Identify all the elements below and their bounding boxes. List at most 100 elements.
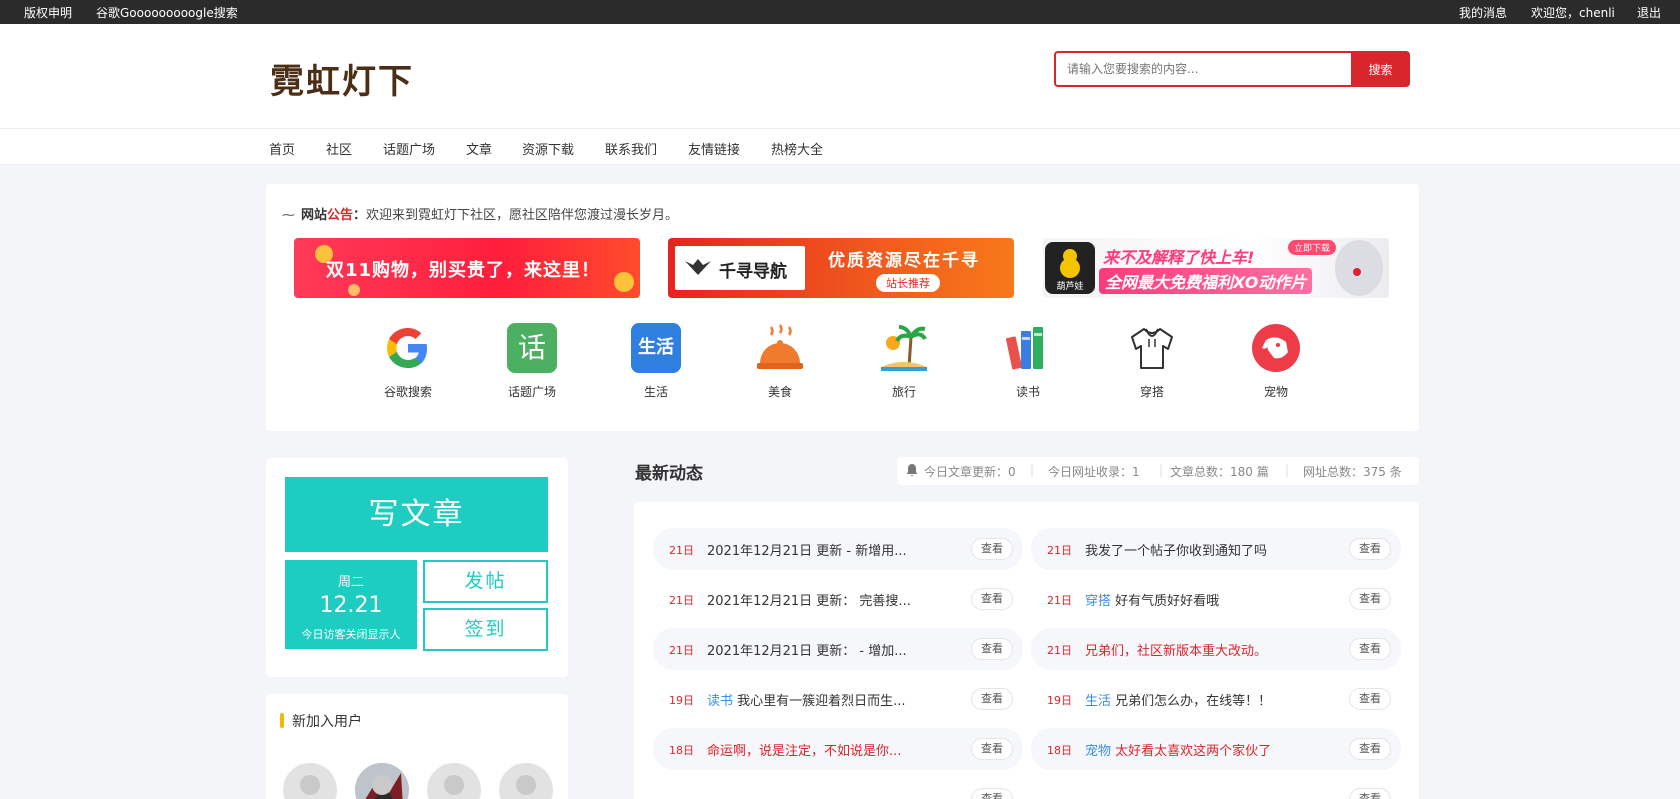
- google-icon: [383, 323, 433, 373]
- feed-title-wrap[interactable]: 穿搭 好有气质好好看哦: [1085, 590, 1219, 609]
- view-button[interactable]: 查看: [1349, 538, 1391, 560]
- category-label: 旅行: [891, 385, 916, 399]
- feed-row[interactable]: 21日 2021年12月21日 更新 - 新增用... 查看: [653, 528, 1023, 570]
- banner-shopping-text: 双11购物，别买贵了，来这里！: [326, 260, 601, 281]
- feed-title-wrap[interactable]: 宠物 太好看太喜欢这两个家伙了: [1085, 740, 1271, 759]
- search-input[interactable]: [1054, 51, 1351, 87]
- feed-title[interactable]: 兄弟们，社区新版本重大改动。: [1085, 640, 1267, 659]
- travel-icon: [879, 323, 929, 373]
- feed-title[interactable]: 我心里有一簇迎着烈日而生...: [737, 694, 905, 709]
- feed-row[interactable]: 21日 我发了一个帖子你收到通知了吗 查看: [1031, 528, 1401, 570]
- checkin-button[interactable]: 签到: [423, 608, 548, 651]
- feed-title[interactable]: 2021年12月21日 更新： 完善搜...: [707, 590, 911, 609]
- category-label: 生活: [643, 385, 668, 399]
- write-article-button[interactable]: 写文章: [285, 477, 548, 552]
- category-google[interactable]: 谷歌搜索: [368, 323, 448, 400]
- stat-total-articles: 文章总数：180 篇: [1170, 465, 1269, 479]
- feed-row[interactable]: 查看: [1031, 778, 1401, 799]
- category-clothing[interactable]: 穿搭: [1112, 323, 1192, 400]
- category-books[interactable]: 读书: [988, 323, 1068, 400]
- announcement-panel: ⁓ 网站公告：欢迎来到霓虹灯下社区，愿社区陪伴您渡过漫长岁月。 双11购物，别买贵…: [266, 184, 1419, 431]
- feed-title[interactable]: 我发了一个帖子你收到通知了吗: [1085, 540, 1267, 559]
- copyright-link[interactable]: 版权申明: [24, 4, 72, 21]
- category-travel[interactable]: 旅行: [864, 323, 944, 400]
- bell-icon: [905, 463, 919, 478]
- post-button[interactable]: 发帖: [423, 560, 548, 603]
- category-food[interactable]: 美食: [740, 323, 820, 400]
- weekday: 周二: [337, 575, 364, 590]
- notice-text: 欢迎来到霓虹灯下社区，愿社区陪伴您渡过漫长岁月。: [366, 208, 679, 223]
- google-search-link[interactable]: 谷歌Gooooooooogle搜索: [96, 4, 238, 21]
- banner-shopping[interactable]: 双11购物，别买贵了，来这里！: [294, 238, 640, 298]
- feed-title-wrap[interactable]: 生活 兄弟们怎么办，在线等！！: [1085, 690, 1271, 709]
- feed-title[interactable]: 2021年12月21日 更新 - 新增用...: [707, 540, 907, 559]
- feed-title[interactable]: 太好看太喜欢这两个家伙了: [1115, 744, 1271, 759]
- feed-row[interactable]: 18日 宠物 太好看太喜欢这两个家伙了 查看: [1031, 728, 1401, 770]
- view-button[interactable]: 查看: [1349, 788, 1391, 799]
- nav-item-contact[interactable]: 联系我们: [605, 139, 657, 158]
- view-button[interactable]: 查看: [971, 538, 1013, 560]
- view-button[interactable]: 查看: [1349, 588, 1391, 610]
- feed-category-tag[interactable]: 生活: [1085, 694, 1111, 709]
- view-button[interactable]: 查看: [1349, 738, 1391, 760]
- logout-link[interactable]: 退出: [1637, 4, 1661, 21]
- feed-title[interactable]: 2021年12月21日 更新： - 增加...: [707, 640, 907, 659]
- nav-item-home[interactable]: 首页: [269, 139, 295, 158]
- avatar[interactable]: [499, 763, 553, 799]
- view-button[interactable]: 查看: [971, 788, 1013, 799]
- feed-row[interactable]: 21日 兄弟们，社区新版本重大改动。 查看: [1031, 628, 1401, 670]
- nav-item-links[interactable]: 友情链接: [688, 139, 740, 158]
- banner-app-text-b: 全网最大免费福利XO动作片: [1099, 268, 1313, 294]
- feed-category-tag[interactable]: 穿搭: [1085, 594, 1111, 609]
- nav-item-hot-lists[interactable]: 热榜大全: [771, 139, 823, 158]
- feed-row[interactable]: 查看: [653, 778, 1023, 799]
- feed-title[interactable]: 命运啊，说是注定，不如说是你...: [707, 740, 901, 759]
- feed-row[interactable]: 18日 命运啊，说是注定，不如说是你... 查看: [653, 728, 1023, 770]
- category-pet[interactable]: 宠物: [1236, 323, 1316, 400]
- category-topics[interactable]: 话 话题广场: [492, 323, 572, 400]
- site-notice: ⁓ 网站公告：欢迎来到霓虹灯下社区，愿社区陪伴您渡过漫长岁月。: [282, 204, 678, 223]
- feed-category-tag[interactable]: 宠物: [1085, 744, 1111, 759]
- welcome-user[interactable]: 欢迎您，chenli: [1531, 4, 1615, 21]
- feed-day: 19日: [669, 694, 694, 707]
- site-header: 霓虹灯下 搜索: [0, 24, 1680, 128]
- feed-row[interactable]: 21日 穿搭 好有气质好好看哦 查看: [1031, 578, 1401, 620]
- view-button[interactable]: 查看: [1349, 688, 1391, 710]
- view-button[interactable]: 查看: [971, 588, 1013, 610]
- banner-qianxun[interactable]: 千寻导航 优质资源尽在千寻 站长推荐: [668, 238, 1014, 298]
- pet-icon: [1251, 323, 1301, 373]
- avatar[interactable]: [283, 763, 337, 799]
- nav-item-community[interactable]: 社区: [326, 139, 352, 158]
- nav-item-downloads[interactable]: 资源下载: [522, 139, 574, 158]
- view-button[interactable]: 查看: [971, 688, 1013, 710]
- nav-item-articles[interactable]: 文章: [466, 139, 492, 158]
- category-label: 穿搭: [1139, 385, 1164, 399]
- stat-separator: |: [1159, 463, 1164, 477]
- site-logo[interactable]: 霓虹灯下: [270, 54, 414, 103]
- avatar[interactable]: [355, 763, 409, 799]
- nav-item-topics[interactable]: 话题广场: [383, 139, 435, 158]
- feed-category-tag[interactable]: 读书: [707, 694, 733, 709]
- avatar-image: [355, 763, 409, 799]
- notice-colon: ：: [353, 208, 367, 223]
- view-button[interactable]: 查看: [971, 738, 1013, 760]
- feed-row[interactable]: 19日 读书 我心里有一簇迎着烈日而生... 查看: [653, 678, 1023, 720]
- feed-row[interactable]: 19日 生活 兄弟们怎么办，在线等！！ 查看: [1031, 678, 1401, 720]
- category-life[interactable]: 生活 生活: [616, 323, 696, 400]
- feed-title[interactable]: 好有气质好好看哦: [1115, 594, 1219, 609]
- feed-row[interactable]: 21日 2021年12月21日 更新： - 增加... 查看: [653, 628, 1023, 670]
- feed-day: 18日: [1047, 744, 1072, 757]
- view-button[interactable]: 查看: [971, 638, 1013, 660]
- feed-title[interactable]: 兄弟们怎么办，在线等！！: [1115, 694, 1271, 709]
- feed-title-wrap[interactable]: 读书 我心里有一簇迎着烈日而生...: [707, 690, 906, 709]
- feed-day: 21日: [1047, 594, 1072, 607]
- feed-row[interactable]: 21日 2021年12月21日 更新： 完善搜... 查看: [653, 578, 1023, 620]
- feed-day: 21日: [1047, 544, 1072, 557]
- app-name: 葫芦娃: [1056, 282, 1084, 292]
- banner-app[interactable]: 葫芦娃 来不及解释了快上车! 全网最大免费福利XO动作片 立即下载: [1043, 238, 1389, 298]
- search-button[interactable]: 搜索: [1351, 51, 1410, 87]
- my-messages-link[interactable]: 我的消息: [1459, 4, 1507, 21]
- topic-icon: 话: [507, 323, 557, 373]
- avatar[interactable]: [427, 763, 481, 799]
- view-button[interactable]: 查看: [1349, 638, 1391, 660]
